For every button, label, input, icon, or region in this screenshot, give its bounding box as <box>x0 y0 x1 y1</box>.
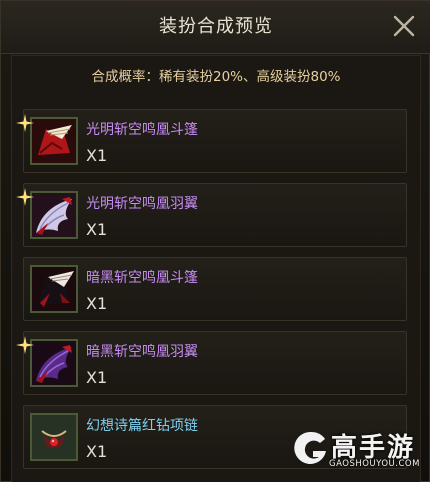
ruby-necklace-icon <box>30 413 78 461</box>
item-name: 光明斩空鸣凰斗篷 <box>86 122 198 138</box>
dark-wing-icon <box>30 339 78 387</box>
item-name: 暗黑斩空鸣凰斗篷 <box>86 270 198 286</box>
item-name: 幻想诗篇红钻项链 <box>86 418 198 434</box>
sparkle-icon <box>16 114 34 132</box>
item-quantity: X1 <box>86 146 108 165</box>
item-name: 暗黑斩空鸣凰羽翼 <box>86 344 198 360</box>
synthesis-preview-dialog: 装扮合成预览 合成概率：稀有装扮20%、高级装扮80% 光明斩空鸣凰斗篷 X1 <box>0 0 430 482</box>
item-quantity: X1 <box>86 294 108 313</box>
item-quantity: X1 <box>86 442 108 461</box>
sparkle-icon <box>16 336 34 354</box>
brand-logo-icon <box>294 431 326 464</box>
item-quantity: X1 <box>86 368 108 387</box>
close-icon[interactable] <box>391 13 417 39</box>
watermark-url: GAOSHOUYOU.COM <box>329 459 420 469</box>
item-name: 光明斩空鸣凰羽翼 <box>86 196 198 212</box>
bright-cloak-icon <box>30 117 78 165</box>
list-item[interactable]: 光明斩空鸣凰斗篷 X1 <box>16 109 407 173</box>
synthesis-rate-text: 合成概率：稀有装扮20%、高级装扮80% <box>91 69 341 85</box>
item-quantity: X1 <box>86 220 108 239</box>
sparkle-icon <box>16 188 34 206</box>
list-item[interactable]: 光明斩空鸣凰羽翼 X1 <box>16 183 407 247</box>
dark-cloak-icon <box>30 265 78 313</box>
bright-wing-icon <box>30 191 78 239</box>
site-watermark: 高手游 GAOSHOUYOU.COM <box>293 425 423 475</box>
title-bar: 装扮合成预览 <box>1 1 430 54</box>
dialog-title: 装扮合成预览 <box>159 16 273 37</box>
list-item[interactable]: 暗黑斩空鸣凰羽翼 X1 <box>16 331 407 395</box>
list-item[interactable]: 暗黑斩空鸣凰斗篷 X1 <box>23 257 407 321</box>
